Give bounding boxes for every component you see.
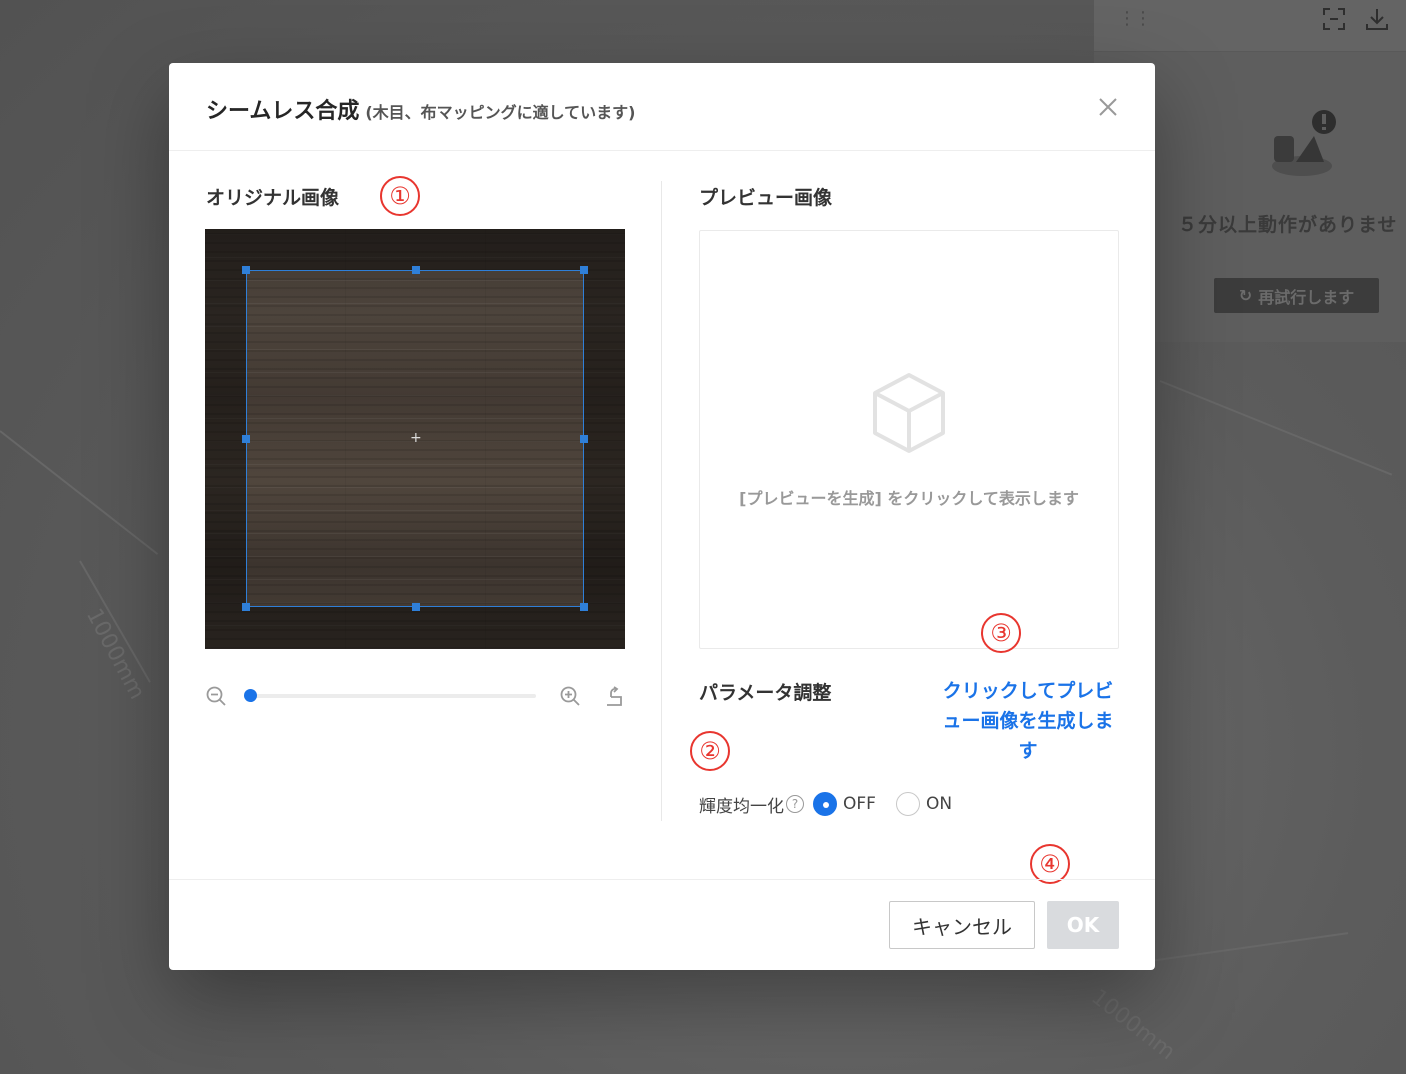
original-image-title: オリジナル画像 — [206, 187, 340, 209]
cube-icon — [870, 371, 948, 455]
crop-handle[interactable] — [242, 435, 250, 443]
refresh-icon: ↻ — [1238, 286, 1253, 305]
radio-on[interactable]: ON — [895, 792, 953, 816]
cancel-button[interactable]: キャンセル — [889, 901, 1035, 949]
retry-label: 再試行します — [1258, 287, 1355, 307]
ok-button[interactable]: OK — [1047, 901, 1119, 949]
crop-mask — [205, 270, 246, 607]
brightness-label: 輝度均一化 — [699, 796, 784, 817]
crop-handle[interactable] — [580, 435, 588, 443]
annotation-4: ④ — [1030, 844, 1070, 884]
dialog-subtitle: (木目、布マッピングに適しています) — [365, 103, 636, 122]
preview-area: [プレビューを生成] をクリックして表示します — [699, 230, 1119, 649]
crop-handle[interactable] — [242, 603, 250, 611]
close-icon[interactable] — [1096, 95, 1120, 119]
reset-rotate-icon[interactable] — [603, 685, 625, 707]
zoom-slider-track[interactable] — [250, 694, 536, 698]
annotation-3: ③ — [981, 613, 1021, 653]
preview-image-title: プレビュー画像 — [699, 187, 833, 209]
background-line — [1149, 932, 1349, 962]
retry-button[interactable]: ↻ 再試行します — [1214, 278, 1379, 313]
zoom-out-icon[interactable] — [205, 685, 227, 707]
radio-on-dot[interactable] — [895, 792, 920, 816]
preview-hint: [プレビューを生成] をクリックして表示します — [739, 489, 1079, 508]
crop-handle[interactable] — [242, 266, 250, 274]
zoom-control — [205, 683, 625, 713]
dialog-title-text: シームレス合成 — [206, 99, 360, 124]
fullscreen-icon[interactable] — [1321, 6, 1347, 32]
zoom-slider-thumb[interactable] — [244, 689, 257, 702]
original-image: + — [205, 229, 625, 649]
crop-box[interactable]: + — [242, 266, 588, 611]
idle-message: ５分以上動作がありませ — [1178, 214, 1398, 236]
drag-handle-icon[interactable]: ⋮⋮ — [1118, 8, 1152, 29]
crop-mask — [584, 270, 625, 607]
background-line — [0, 430, 159, 555]
help-icon[interactable]: ? — [786, 795, 804, 813]
crop-mask — [205, 607, 625, 649]
parameters-title: パラメータ調整 — [699, 682, 832, 704]
crop-handle[interactable] — [412, 266, 420, 274]
brightness-setting: 輝度均一化 ? OFF ON — [699, 789, 972, 819]
crop-center-icon: + — [410, 430, 422, 446]
background-line — [1159, 380, 1393, 476]
footer-divider — [169, 879, 1155, 880]
radio-off-label: OFF — [843, 794, 876, 814]
annotation-2: ② — [690, 731, 730, 771]
dimension-label: 1000mm — [1086, 984, 1180, 1066]
zoom-in-icon[interactable] — [559, 685, 581, 707]
radio-off[interactable]: OFF — [813, 792, 876, 816]
dialog-header: シームレス合成 (木目、布マッピングに適しています) — [169, 63, 1155, 151]
annotation-1: ① — [380, 176, 420, 216]
idle-illustration-icon — [1262, 108, 1344, 184]
crop-handle[interactable] — [580, 603, 588, 611]
seamless-dialog: シームレス合成 (木目、布マッピングに適しています) オリジナル画像 ① + プ… — [169, 63, 1155, 970]
column-divider — [661, 181, 662, 821]
download-icon[interactable] — [1364, 6, 1390, 32]
generate-preview-link[interactable]: クリックしてプレビュー画像を生成します — [937, 676, 1119, 766]
radio-on-label: ON — [925, 794, 953, 814]
radio-off-dot[interactable] — [813, 792, 837, 816]
crop-handle[interactable] — [580, 266, 588, 274]
crop-handle[interactable] — [412, 603, 420, 611]
dialog-title: シームレス合成 (木目、布マッピングに適しています) — [206, 93, 636, 125]
crop-mask — [205, 229, 625, 270]
